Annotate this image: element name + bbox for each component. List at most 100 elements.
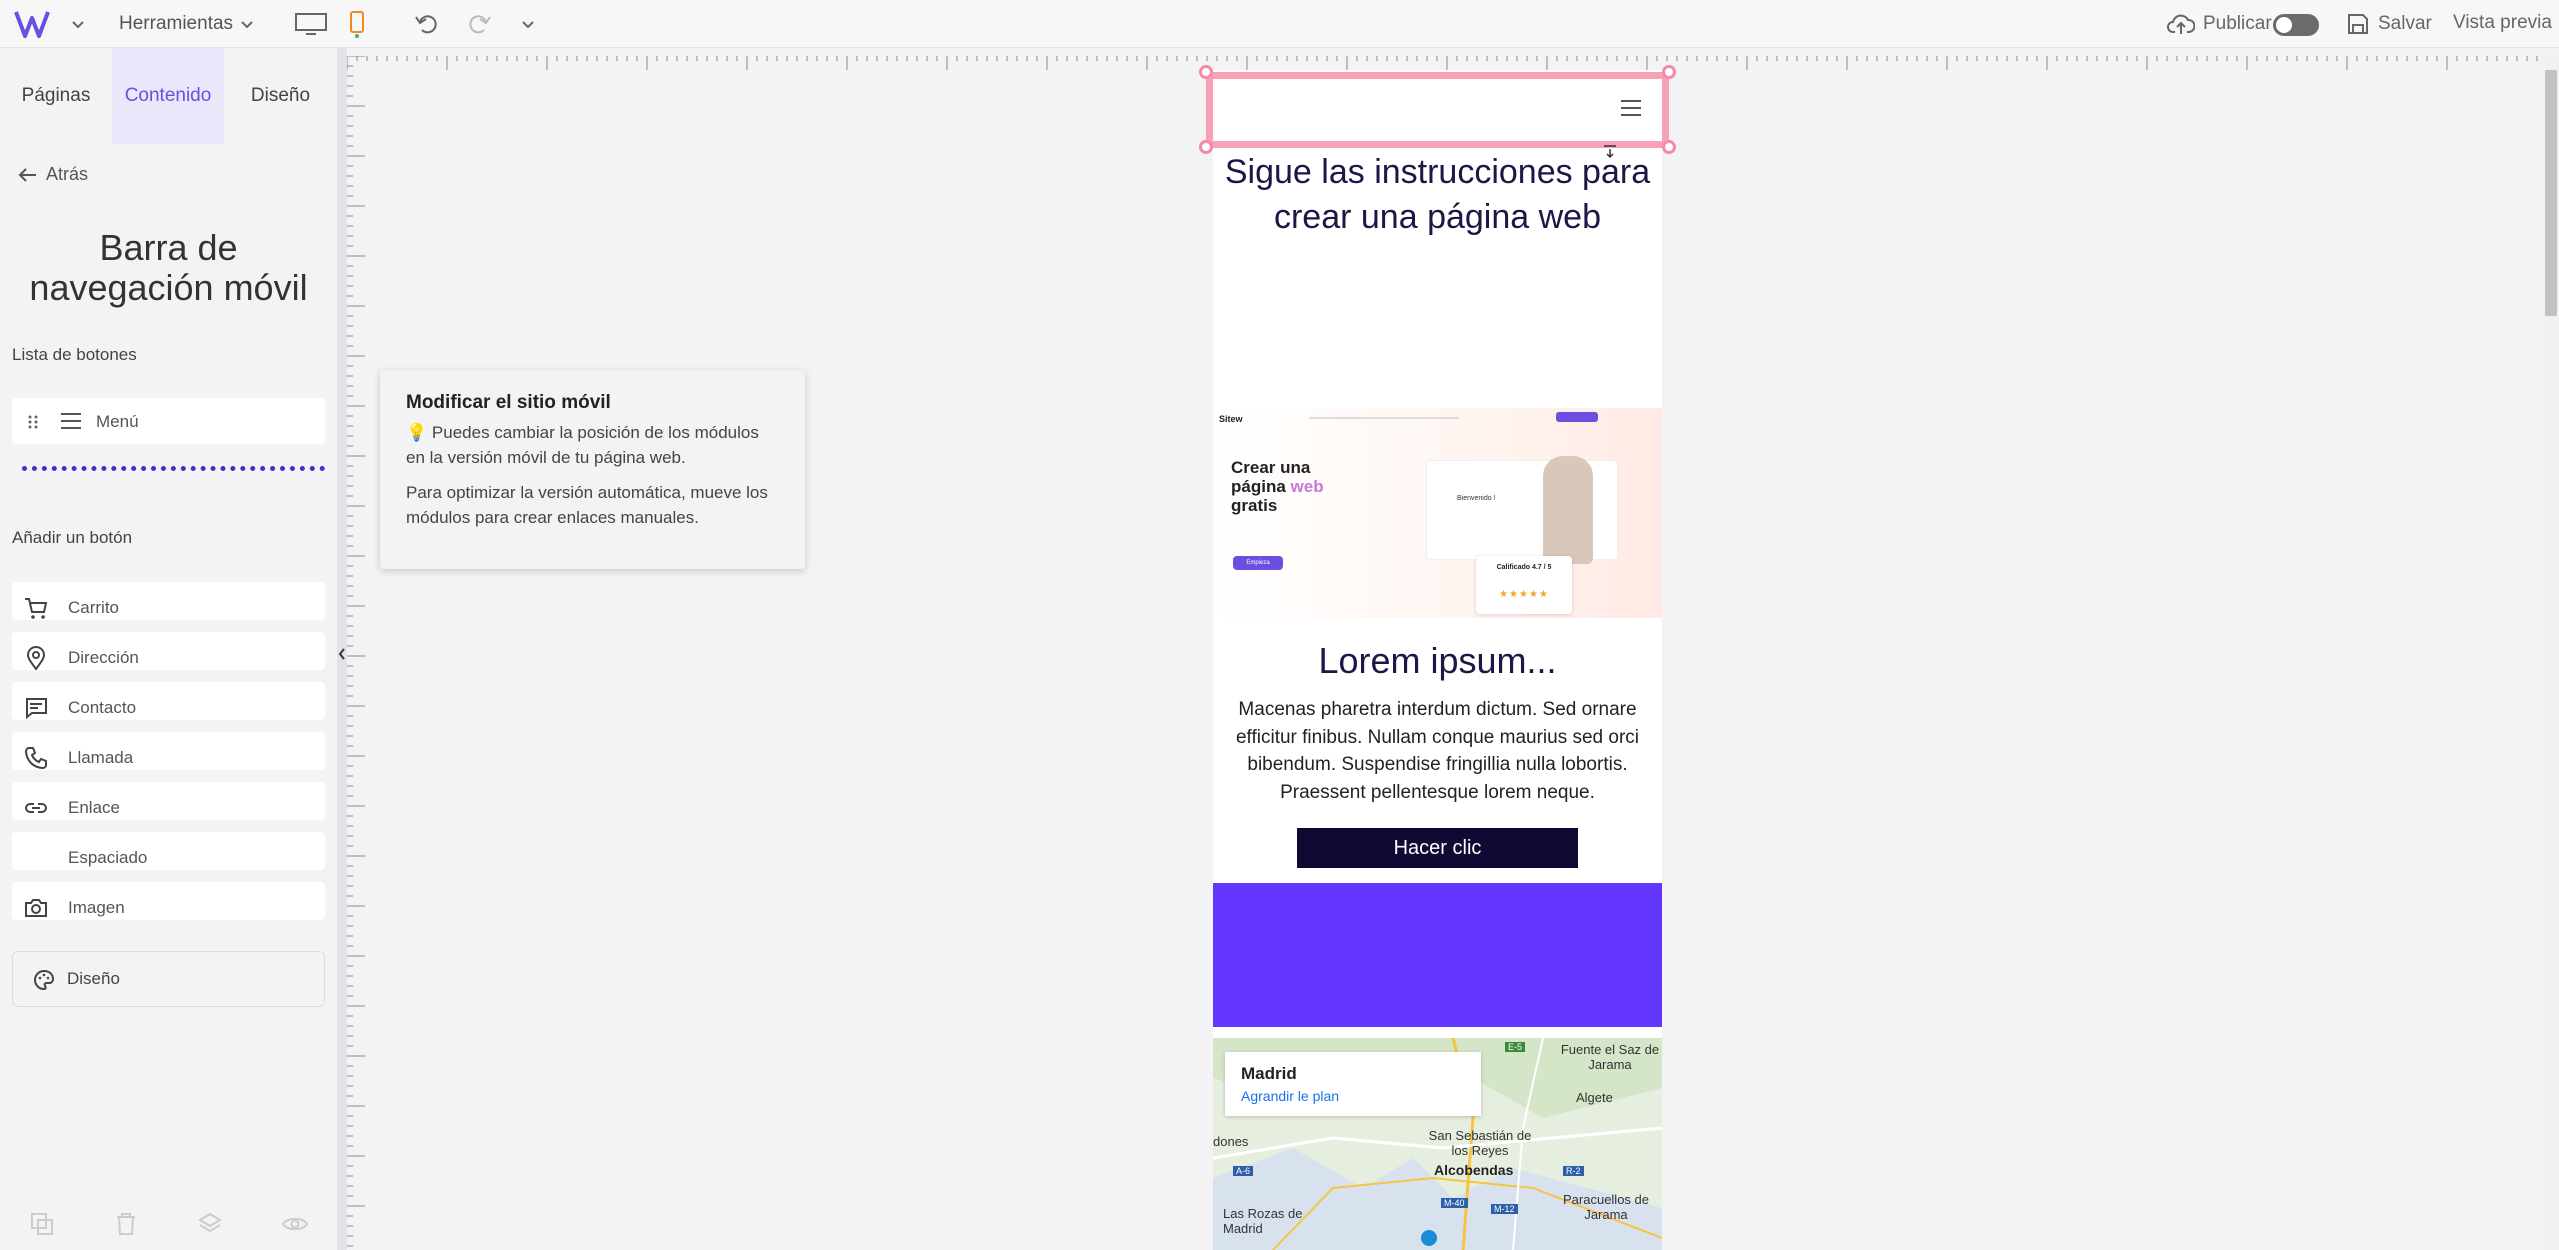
section-body[interactable]: Macenas pharetra interdum dictum. Sed or… (1222, 696, 1653, 806)
screenshot-rating: Calificado 4.7 / 5 (1496, 564, 1552, 571)
panel-title-line2: navegación móvil (29, 267, 308, 308)
add-link-label: Enlace (68, 798, 120, 817)
undo-icon[interactable] (414, 12, 440, 36)
chevron-down-icon[interactable] (239, 16, 255, 32)
drag-handle-icon[interactable] (28, 414, 38, 430)
location-icon (26, 646, 46, 670)
save-button[interactable]: Salvar (2346, 12, 2432, 36)
map-place: Las Rozas de Madrid (1223, 1206, 1303, 1236)
chevron-down-icon[interactable] (70, 16, 86, 32)
page-title[interactable]: Sigue las instrucciones para crear una p… (1213, 150, 1662, 240)
add-cart-button[interactable]: Carrito (12, 582, 325, 620)
chevron-down-icon[interactable] (520, 16, 536, 32)
ruler-top (347, 56, 2538, 70)
tooltip-title: Modificar el sitio móvil (406, 392, 611, 413)
map-city: Madrid (1241, 1064, 1297, 1083)
map-enlarge-link[interactable]: Agrandir le plan (1241, 1088, 1339, 1104)
screenshot-rating-card: Calificado 4.7 / 5 ★★★★★ (1476, 556, 1572, 614)
hamburger-icon[interactable] (1621, 100, 1641, 116)
map-place: Paracuellos de Jarama (1563, 1192, 1649, 1222)
add-call-button[interactable]: Llamada (12, 732, 325, 770)
mobile-icon[interactable] (349, 10, 365, 38)
add-button-label: Añadir un botón (12, 528, 133, 547)
drop-indicator (22, 466, 325, 471)
camera-icon (25, 899, 47, 917)
desktop-icon[interactable] (294, 12, 328, 36)
screenshot-headline-3: gratis (1231, 496, 1278, 515)
resize-handle[interactable] (1662, 140, 1676, 154)
add-image-button[interactable]: Imagen (12, 882, 325, 920)
trash-icon[interactable] (114, 1212, 138, 1236)
screenshot-cta: Empieza (1233, 556, 1283, 570)
design-button[interactable]: Diseño (12, 951, 325, 1007)
screenshot-nav (1309, 417, 1459, 419)
map-road-label: M-12 (1491, 1204, 1518, 1214)
top-toolbar: Herramientas Publicar Salvar Vista previ… (0, 0, 2559, 48)
chat-icon (26, 698, 47, 720)
panel-title: Barra de navegación móvil (0, 228, 337, 308)
publish-button[interactable]: Publicar (2167, 12, 2272, 36)
resize-handle[interactable] (1199, 140, 1213, 154)
click-button[interactable]: Hacer clic (1297, 828, 1578, 868)
tools-menu[interactable]: Herramientas (119, 13, 233, 35)
add-address-button[interactable]: Dirección (12, 632, 325, 670)
screenshot-nav-button (1556, 412, 1598, 422)
resize-handle[interactable] (1199, 65, 1213, 79)
publish-label: Publicar (2203, 13, 2272, 34)
publish-toggle[interactable] (2273, 14, 2319, 36)
tab-pages[interactable]: Páginas (0, 48, 112, 144)
design-label: Diseño (67, 969, 120, 988)
arrow-left-icon (18, 167, 36, 182)
menu-button-row[interactable]: Menú (12, 398, 325, 444)
ruler-left (347, 56, 365, 1247)
tab-content[interactable]: Contenido (112, 48, 224, 144)
map-road-label: E-5 (1505, 1042, 1526, 1052)
tooltip-text-1: 💡 Puedes cambiar la posición de los módu… (406, 420, 779, 470)
map-info-card: Madrid Agrandir le plan (1225, 1052, 1481, 1116)
back-label: Atrás (46, 164, 89, 184)
screenshot-headline-2-text: página (1231, 477, 1286, 496)
menu-icon (61, 413, 81, 429)
map-place: Algete (1576, 1090, 1613, 1105)
screenshot-headline-accent: web (1290, 477, 1324, 496)
mobile-tooltip: Modificar el sitio móvil 💡 Puedes cambia… (380, 370, 805, 569)
resize-handle[interactable] (1662, 65, 1676, 79)
section-heading[interactable]: Lorem ipsum... (1213, 640, 1662, 682)
bottom-actions (0, 1198, 337, 1250)
add-spacing-button[interactable]: Espaciado (12, 832, 325, 870)
add-call-label: Llamada (68, 748, 134, 767)
stars-icon: ★★★★★ (1499, 589, 1549, 600)
tab-design[interactable]: Diseño (224, 48, 337, 144)
add-address-label: Dirección (68, 648, 139, 667)
save-label: Salvar (2378, 13, 2432, 34)
add-contact-label: Contacto (68, 698, 137, 717)
scrollbar-thumb[interactable] (2545, 70, 2557, 316)
collapse-icon[interactable] (338, 648, 346, 660)
screenshot-person-image (1543, 456, 1593, 564)
hero-screenshot-image[interactable]: Sitew Crear una página web gratis Empiez… (1213, 408, 1662, 618)
cloud-upload-icon (2167, 14, 2195, 34)
map-place: Alcobendas (1434, 1162, 1514, 1178)
eye-icon[interactable] (282, 1212, 308, 1236)
add-contact-button[interactable]: Contacto (12, 682, 325, 720)
left-panel: Páginas Contenido Diseño Atrás Barra de … (0, 48, 337, 1250)
add-spacing-label: Espaciado (68, 848, 148, 867)
redo-icon[interactable] (466, 12, 492, 36)
map-road-label: A-6 (1233, 1166, 1254, 1176)
duplicate-icon[interactable] (30, 1212, 54, 1236)
sitew-logo-icon[interactable] (14, 8, 58, 40)
map-road-label: R-2 (1563, 1166, 1584, 1176)
add-link-button[interactable]: Enlace (12, 782, 325, 820)
buttons-list-label: Lista de botones (12, 345, 137, 364)
back-button[interactable]: Atrás (18, 164, 88, 185)
preview-button[interactable]: Vista previa (2453, 12, 2552, 34)
purple-section[interactable] (1213, 883, 1662, 1027)
selected-navbar[interactable] (1206, 72, 1669, 148)
palette-icon (34, 969, 54, 991)
map-embed[interactable]: Madrid Agrandir le plan Fuente el Saz de… (1213, 1038, 1662, 1250)
map-place: San Sebastián de los Reyes (1428, 1128, 1532, 1158)
link-icon (25, 803, 47, 813)
layers-icon[interactable] (198, 1212, 222, 1236)
screenshot-headline-1: Crear una (1231, 458, 1311, 477)
screenshot-welcome: Bienvenido ! (1457, 495, 1496, 502)
